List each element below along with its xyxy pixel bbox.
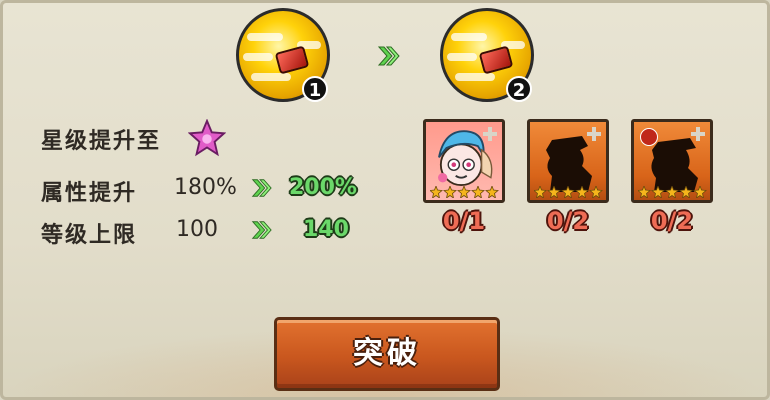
plus-icon <box>691 127 705 141</box>
attribute-label: 属性提升 <box>41 181 138 206</box>
medal-next: 2 <box>440 8 536 104</box>
material-count: 0/2 <box>650 207 694 235</box>
level-cap-row: 等级上限 100 140 <box>41 217 349 249</box>
double-chevron-right-icon <box>377 46 400 66</box>
medal-current: 1 <box>236 8 332 104</box>
material-slot-1[interactable]: 0/1 <box>423 119 505 235</box>
star-rating-icon <box>430 186 499 198</box>
double-chevron-right-icon <box>251 221 272 239</box>
plus-icon <box>483 127 497 141</box>
fire-element-icon <box>640 128 658 146</box>
star-upgrade-label: 星级提升至 <box>41 129 162 154</box>
hero-portrait <box>423 119 505 203</box>
locked-silhouette <box>527 119 609 203</box>
pink-star-icon <box>188 119 226 157</box>
star-rating-icon <box>638 186 707 198</box>
medal-number: 1 <box>302 76 328 102</box>
material-slot-3[interactable]: 0/2 <box>631 119 713 235</box>
star-rating-icon <box>534 186 603 198</box>
red-gem-icon <box>274 45 310 75</box>
level-cap-label: 等级上限 <box>41 223 138 248</box>
medal-number: 2 <box>506 76 532 102</box>
attribute-new-value: 200% <box>289 175 357 200</box>
level-cap-old-value: 100 <box>176 217 218 242</box>
material-count: 0/2 <box>546 207 590 235</box>
breakthrough-button[interactable]: 突破 <box>274 317 500 391</box>
attribute-old-value: 180% <box>174 175 237 200</box>
material-count: 0/1 <box>442 207 486 235</box>
attribute-row: 属性提升 180% 200% <box>41 175 357 207</box>
breakthrough-panel: 1 2 星级提升至 属性提升 180% 200% 等级上限 100 140 0/… <box>0 0 770 400</box>
level-cap-new-value: 140 <box>303 217 349 242</box>
star-upgrade-row: 星级提升至 <box>41 119 226 157</box>
locked-silhouette-fire <box>631 119 713 203</box>
double-chevron-right-icon <box>251 179 272 197</box>
red-gem-icon <box>478 45 514 75</box>
plus-icon <box>587 127 601 141</box>
material-slot-2[interactable]: 0/2 <box>527 119 609 235</box>
